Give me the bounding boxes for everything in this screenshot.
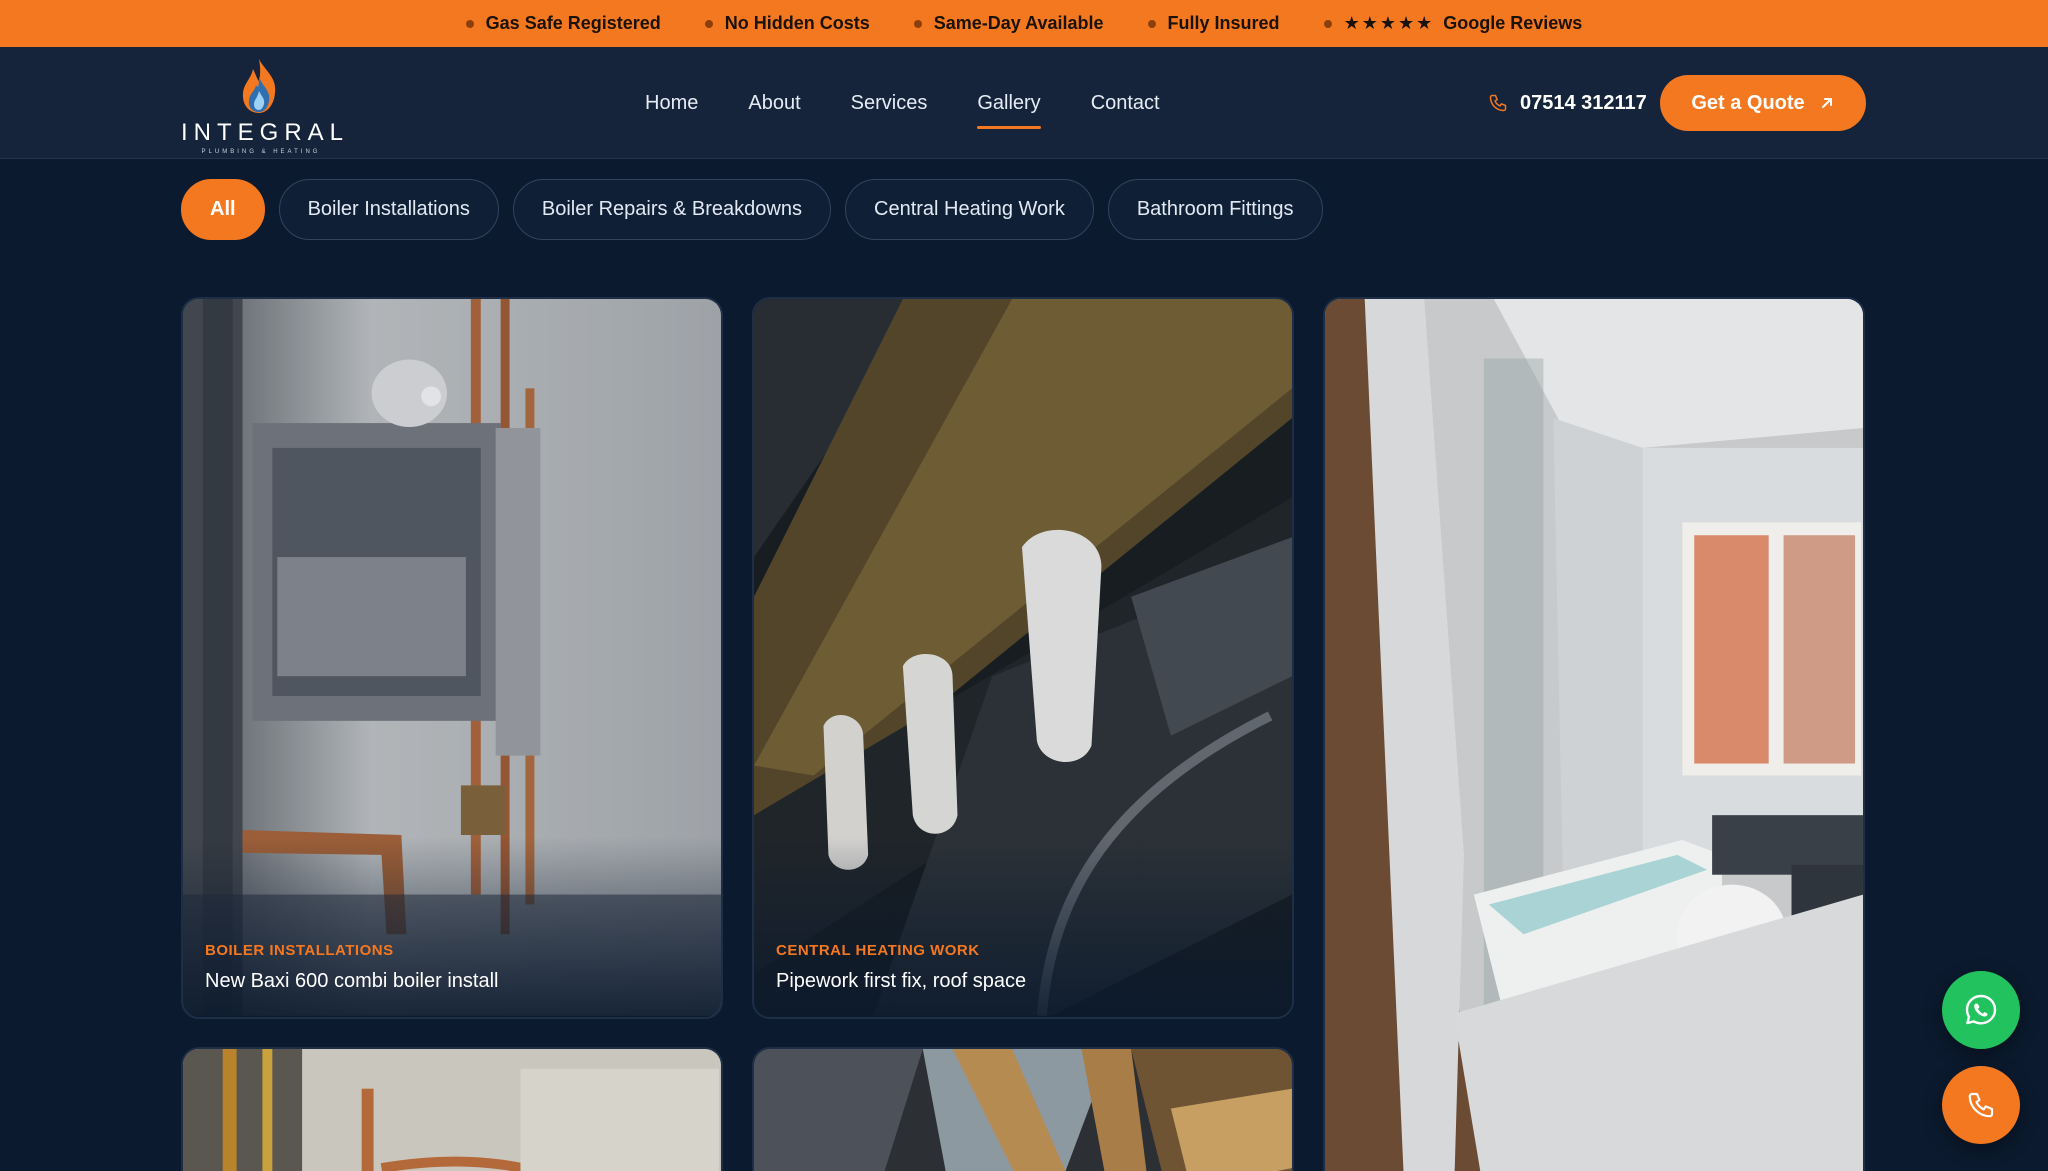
flame-icon — [242, 59, 276, 113]
phone-number: 07514 312117 — [1520, 91, 1647, 114]
card-title: Pipework first fix, roof space — [776, 970, 1027, 992]
star-rating: ★★★★★ — [1343, 13, 1435, 33]
trust-label: Gas Safe Registered — [485, 13, 661, 33]
filter-bathroom-fittings[interactable]: Bathroom Fittings — [1107, 179, 1323, 240]
call-button[interactable] — [1942, 1066, 2020, 1144]
gallery-card[interactable] — [752, 1047, 1294, 1171]
trust-label: Same-Day Available — [933, 13, 1104, 33]
bullet-icon — [913, 19, 922, 28]
nav-contact[interactable]: Contact — [1091, 86, 1160, 121]
site-header: INTEGRAL PLUMBING & HEATING Home About S… — [0, 47, 2048, 159]
gallery-card[interactable]: Boiler Installations New Baxi 600 combi … — [181, 297, 723, 1019]
card-title: New Baxi 600 combi boiler install — [205, 970, 499, 992]
filter-all[interactable]: All — [181, 179, 265, 240]
reviews-label: Google Reviews — [1443, 13, 1583, 33]
filter-central-heating[interactable]: Central Heating Work — [845, 179, 1094, 240]
filter-boiler-installations[interactable]: Boiler Installations — [278, 179, 499, 240]
card-category: Boiler Installations — [205, 942, 394, 959]
whatsapp-button[interactable] — [1942, 971, 2020, 1049]
gallery-filters: All Boiler Installations Boiler Repairs … — [181, 179, 1323, 240]
phone-icon — [1489, 94, 1507, 112]
reviews-item: ★★★★★ Google Reviews — [1323, 13, 1583, 34]
trust-item: Fully Insured — [1147, 13, 1280, 34]
brand-name: INTEGRAL — [181, 119, 350, 146]
bullet-icon — [1323, 19, 1332, 28]
trust-item: Same-Day Available — [913, 13, 1104, 34]
gallery-card[interactable] — [1323, 297, 1865, 1171]
trust-item: No Hidden Costs — [704, 13, 870, 34]
whatsapp-icon — [1965, 994, 1997, 1025]
bullet-icon — [465, 19, 474, 28]
nav-home[interactable]: Home — [645, 86, 698, 121]
bathroom-photo — [1325, 299, 1863, 1171]
get-quote-button[interactable]: Get a Quote — [1660, 75, 1866, 131]
card-category: Central Heating Work — [776, 942, 980, 959]
nav-services[interactable]: Services — [851, 86, 928, 121]
gallery-card[interactable]: Central Heating Work Pipework first fix,… — [752, 297, 1294, 1019]
phone-link[interactable]: 07514 312117 — [1488, 47, 1647, 159]
nav-gallery[interactable]: Gallery — [977, 86, 1042, 129]
roof-timber-photo — [754, 1049, 1292, 1171]
arrow-up-right-icon — [1821, 98, 1832, 108]
logo[interactable]: INTEGRAL PLUMBING & HEATING — [181, 57, 350, 155]
trust-label: Fully Insured — [1167, 13, 1280, 33]
brand-tagline: PLUMBING & HEATING — [201, 149, 321, 155]
call-icon — [1968, 1092, 1994, 1118]
boiler-pipework-photo — [183, 1049, 721, 1171]
quote-label: Get a Quote — [1691, 91, 1805, 114]
bullet-icon — [704, 19, 713, 28]
trust-bar: Gas Safe Registered No Hidden Costs Same… — [0, 0, 2048, 47]
bullet-icon — [1147, 19, 1156, 28]
main-nav: Home About Services Gallery Contact — [645, 47, 1160, 159]
trust-label: No Hidden Costs — [724, 13, 870, 33]
trust-item: Gas Safe Registered — [465, 13, 661, 34]
nav-about[interactable]: About — [748, 86, 800, 121]
gallery-card[interactable] — [181, 1047, 723, 1171]
filter-boiler-repairs[interactable]: Boiler Repairs & Breakdowns — [512, 179, 831, 240]
